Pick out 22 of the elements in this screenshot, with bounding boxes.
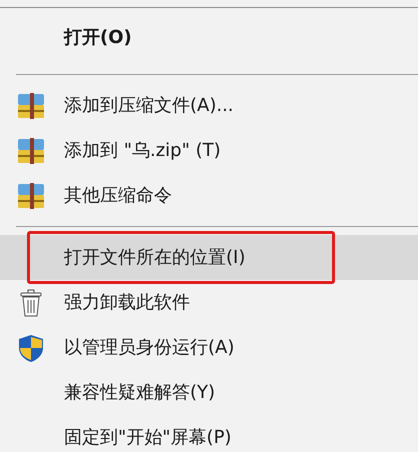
- menu-item-label: 固定到"开始"屏幕(P): [64, 426, 232, 450]
- menu-item-label: 以管理员身份运行(A): [64, 336, 234, 360]
- menu-item-label: 强力卸载此软件: [64, 291, 190, 315]
- menu-item-label: 打开文件所在的位置(I): [64, 246, 246, 270]
- shield-icon: [16, 332, 46, 362]
- menu-item-label: 其他压缩命令: [64, 184, 172, 208]
- archive-icon: [16, 90, 46, 120]
- menu-item[interactable]: 添加到压缩文件(A)...: [0, 83, 418, 128]
- menu-item[interactable]: 以管理员身份运行(A): [0, 325, 418, 370]
- menu-item[interactable]: 添加到 "乌.zip" (T): [0, 128, 418, 173]
- menu-item[interactable]: 兼容性疑难解答(Y): [0, 370, 418, 415]
- menu-item[interactable]: 打开(O): [0, 8, 418, 66]
- menu-item-label: 添加到压缩文件(A)...: [64, 94, 234, 118]
- menu-item-label: 兼容性疑难解答(Y): [64, 381, 216, 405]
- menu-item-label: 打开(O): [64, 26, 132, 50]
- archive-icon: [16, 180, 46, 210]
- menu-item[interactable]: 固定到"开始"屏幕(P): [0, 415, 418, 452]
- menu-item[interactable]: 打开文件所在的位置(I): [0, 235, 418, 280]
- archive-icon: [16, 136, 46, 166]
- menu-item[interactable]: 其他压缩命令: [0, 173, 418, 218]
- menu-item-label: 添加到 "乌.zip" (T): [64, 139, 221, 163]
- menu-item[interactable]: 强力卸载此软件: [0, 280, 418, 325]
